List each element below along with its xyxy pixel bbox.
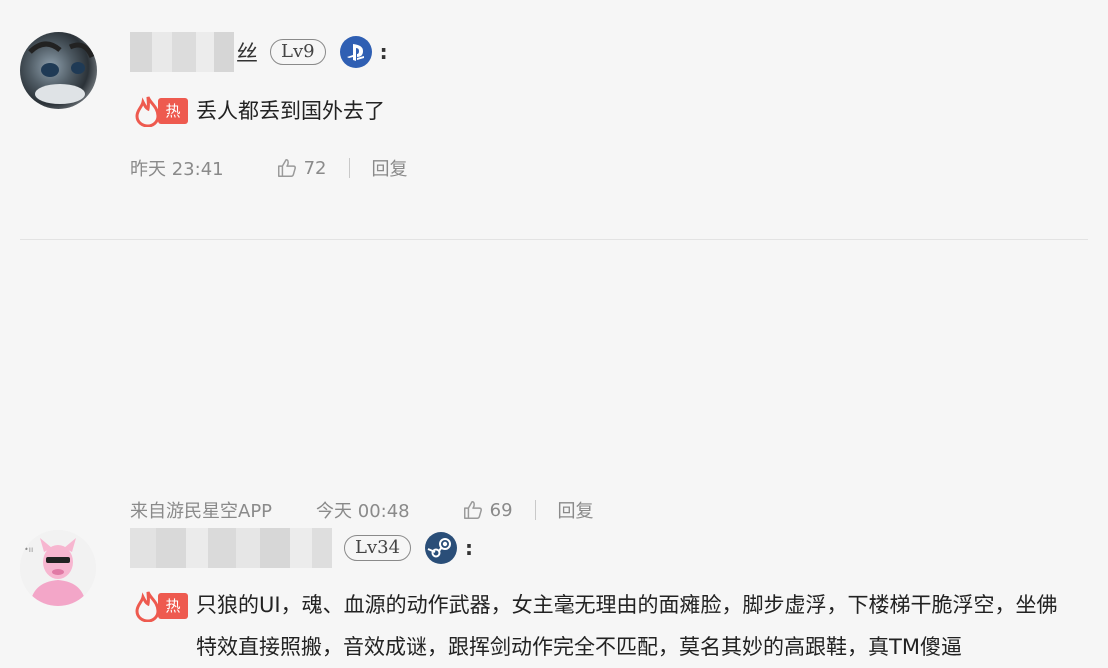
like-count: 72 bbox=[303, 157, 327, 179]
username-row: Lv34 : bbox=[130, 526, 473, 570]
hot-badge: 热 bbox=[158, 593, 188, 619]
comment-item: 丝 Lv9 : 热 丢人都丢到国外去了 昨天 23:41 72 回复 bbox=[0, 0, 1108, 240]
thumbs-up-icon bbox=[277, 159, 296, 177]
comment-text: 丢人都丢到国外去了 bbox=[196, 99, 385, 123]
comment-meta: 昨天 23:41 72 回复 bbox=[130, 155, 408, 181]
like-button[interactable]: 69 bbox=[462, 499, 513, 521]
username-blurred[interactable] bbox=[130, 32, 234, 72]
comment-content: 热 丢人都丢到国外去了 bbox=[134, 95, 385, 132]
timestamp: 昨天 23:41 bbox=[130, 159, 224, 180]
comment-item: •ıı Lv34 : 热 只狼的UI，魂、血源的动作武器，女主毫无理由的面瘫脸，… bbox=[0, 240, 1108, 659]
more-options-button[interactable]: : bbox=[465, 538, 473, 558]
steam-icon bbox=[425, 532, 458, 564]
avatar[interactable]: •ıı bbox=[20, 530, 96, 606]
like-button[interactable]: 72 bbox=[276, 157, 327, 179]
reply-button[interactable]: 回复 bbox=[372, 155, 408, 181]
divider bbox=[534, 500, 536, 520]
thumbs-up-icon bbox=[463, 501, 482, 519]
level-badge: Lv34 bbox=[344, 535, 412, 561]
divider bbox=[348, 158, 350, 178]
like-count: 69 bbox=[489, 499, 513, 521]
level-badge: Lv9 bbox=[270, 39, 326, 65]
reply-button[interactable]: 回复 bbox=[558, 497, 594, 523]
username-row: 丝 Lv9 : bbox=[130, 30, 388, 74]
comment-meta: 来自游民星空APP 今天 00:48 69 回复 bbox=[130, 497, 594, 523]
timestamp: 今天 00:48 bbox=[316, 501, 410, 522]
svg-text:•ıı: •ıı bbox=[24, 545, 33, 554]
comment-source: 来自游民星空APP bbox=[130, 501, 273, 522]
username-suffix: 丝 bbox=[236, 42, 259, 67]
comment-content: 热 只狼的UI，魂、血源的动作武器，女主毫无理由的面瘫脸，脚步虚浮，下楼梯干脆浮… bbox=[134, 590, 1076, 668]
comment-text: 只狼的UI，魂、血源的动作武器，女主毫无理由的面瘫脸，脚步虚浮，下楼梯干脆浮空，… bbox=[196, 593, 1058, 659]
hot-badge: 热 bbox=[158, 98, 188, 124]
playstation-icon bbox=[339, 36, 372, 68]
username-blurred[interactable] bbox=[130, 528, 332, 568]
avatar[interactable] bbox=[20, 32, 97, 109]
more-options-button[interactable]: : bbox=[380, 42, 388, 62]
